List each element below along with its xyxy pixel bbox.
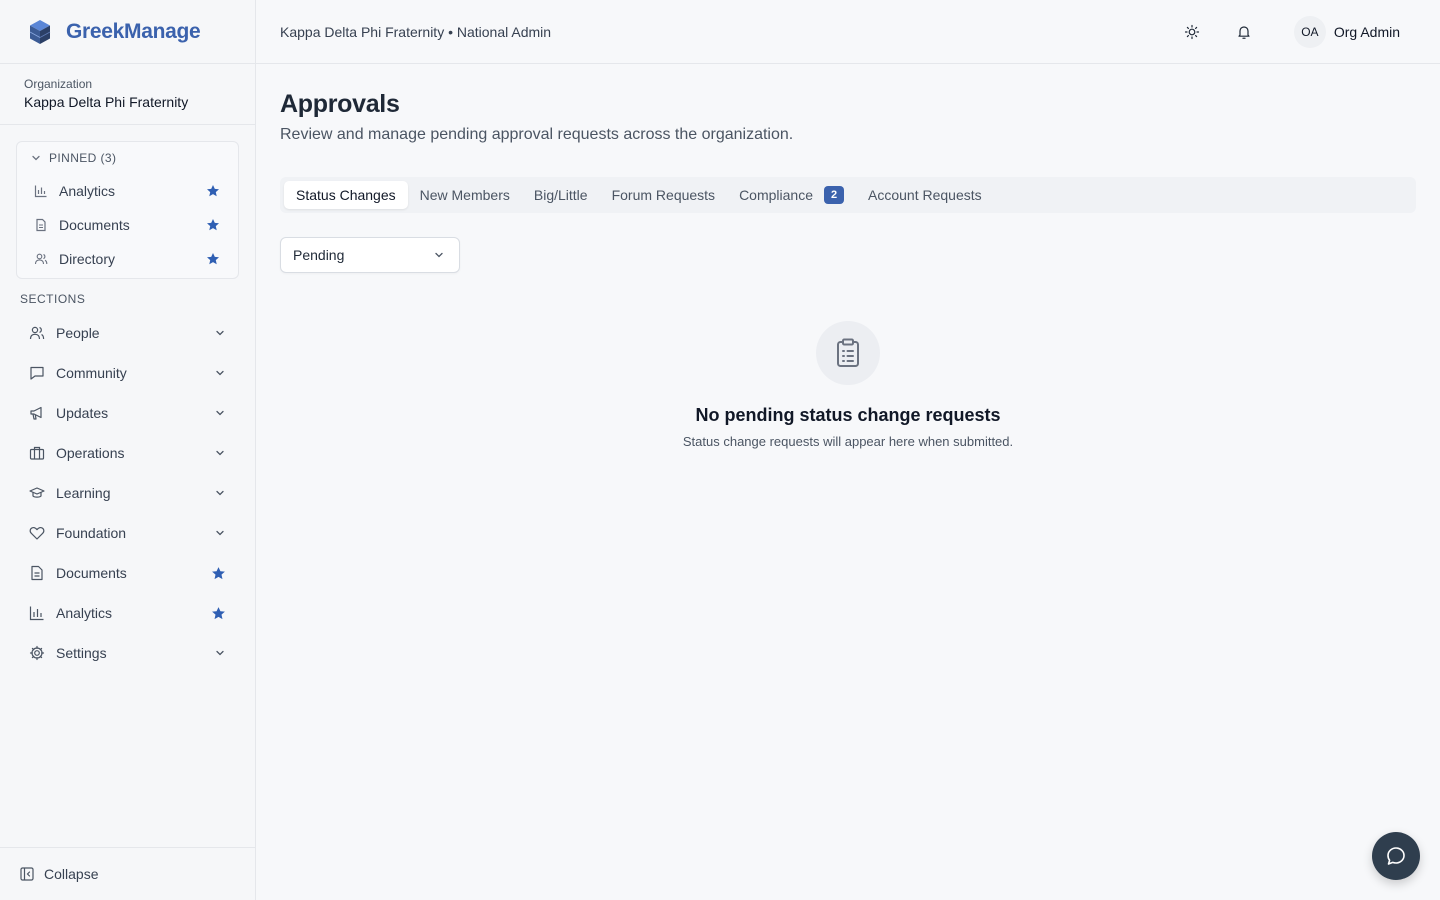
pinned-toggle[interactable]: PINNED (3) [17,142,238,174]
pinned-section: PINNED (3) Analytics Documents Directory [16,141,239,279]
clipboard-icon [816,321,880,385]
status-filter-select[interactable]: Pending [280,237,460,273]
count-badge: 2 [824,186,844,204]
megaphone-icon [28,404,46,422]
org-name: Kappa Delta Phi Fraternity [24,94,189,110]
sidebar-item-label: Operations [56,445,125,461]
chat-bubble-icon [1387,847,1405,865]
tab-compliance[interactable]: Compliance 2 [727,181,856,209]
star-icon[interactable] [206,184,220,198]
sidebar-collapse-icon [20,867,34,881]
pinned-item-label: Analytics [59,183,116,199]
main-content: Approvals Review and manage pending appr… [280,64,1416,449]
sections-nav: People Community Updates Operations Lear… [16,313,240,673]
sidebar-item-documents[interactable]: Documents [16,553,240,593]
sidebar-item-label: Analytics [56,605,113,621]
cube-logo-icon [29,19,51,44]
org-switcher[interactable]: Organization Kappa Delta Phi Fraternity [0,64,255,125]
users-icon [28,324,46,342]
users-icon [33,251,49,267]
star-icon[interactable] [211,566,226,581]
sidebar-item-label: Learning [56,485,111,501]
chevron-down-icon [216,330,224,336]
sidebar-item-label: Community [56,365,127,381]
top-header: Kappa Delta Phi Fraternity • National Ad… [256,0,1440,64]
sidebar-item-label: Foundation [56,525,127,541]
gear-icon [28,644,46,662]
empty-state-title: No pending status change requests [695,405,1001,425]
bell-icon [1238,25,1250,39]
heart-icon [28,524,46,542]
sidebar-item-learning[interactable]: Learning [16,473,240,513]
bar-chart-icon [33,183,49,199]
chevron-down-icon [216,410,224,416]
sidebar-item-label: Documents [56,565,127,581]
page-title: Approvals [280,90,400,118]
sidebar-item-label: Settings [56,645,107,661]
document-icon [28,564,46,582]
tab-forum-requests[interactable]: Forum Requests [600,181,727,209]
pinned-item-documents[interactable]: Documents [17,208,238,242]
sidebar-item-people[interactable]: People [16,313,240,353]
sidebar-item-operations[interactable]: Operations [16,433,240,473]
status-filter-value: Pending [293,247,345,263]
pinned-item-label: Directory [59,251,116,267]
chevron-down-icon [32,155,40,161]
user-name: Org Admin [1333,23,1400,40]
empty-state-subtitle: Status change requests will appear here … [682,434,1014,449]
pinned-header: PINNED (3) [49,151,117,165]
collapse-button[interactable]: Collapse [0,847,256,900]
empty-state: No pending status change requests Status… [280,321,1416,449]
sidebar-item-foundation[interactable]: Foundation [16,513,240,553]
avatar: OA [1293,15,1326,48]
chevron-down-icon [216,650,224,656]
star-icon[interactable] [211,606,226,621]
pinned-item-directory[interactable]: Directory [17,242,238,276]
user-menu[interactable]: OA Org Admin [1293,15,1400,48]
approval-tabs: Status Changes New Members Big/Little Fo… [280,177,1416,213]
star-icon[interactable] [206,252,220,266]
brand[interactable]: GreekManage [0,0,255,64]
sidebar-item-analytics[interactable]: Analytics [16,593,240,633]
tab-account-requests[interactable]: Account Requests [856,181,994,209]
chevron-down-icon [216,530,224,536]
chevron-down-icon [216,490,224,496]
chevron-down-icon [216,370,224,376]
sidebar: GreekManage Organization Kappa Delta Phi… [0,0,256,900]
sidebar-item-label: Updates [56,405,109,421]
page-subtitle: Review and manage pending approval reque… [280,126,794,143]
theme-toggle-button[interactable] [1176,16,1208,48]
sidebar-item-updates[interactable]: Updates [16,393,240,433]
graduation-cap-icon [28,484,46,502]
document-icon [33,217,49,233]
sidebar-item-community[interactable]: Community [16,353,240,393]
chevron-down-icon [435,252,443,258]
tab-new-members[interactable]: New Members [408,181,522,209]
star-icon[interactable] [206,218,220,232]
sidebar-item-settings[interactable]: Settings [16,633,240,673]
tab-label: Compliance [739,187,813,203]
tab-big-little[interactable]: Big/Little [522,181,600,209]
notifications-button[interactable] [1228,16,1260,48]
bar-chart-icon [28,604,46,622]
pinned-item-analytics[interactable]: Analytics [17,174,238,208]
brand-name: GreekManage [66,19,201,43]
tab-status-changes[interactable]: Status Changes [284,181,408,209]
chevron-down-icon [216,450,224,456]
message-icon [28,364,46,382]
pinned-item-label: Documents [59,217,130,233]
building-icon [28,444,46,462]
sidebar-item-label: People [56,325,100,341]
org-label: Organization [24,77,93,91]
chat-button[interactable] [1372,832,1420,880]
sun-icon [1184,24,1199,39]
breadcrumb: Kappa Delta Phi Fraternity • National Ad… [280,23,552,40]
sections-label: SECTIONS [20,292,86,306]
collapse-label: Collapse [44,866,99,882]
